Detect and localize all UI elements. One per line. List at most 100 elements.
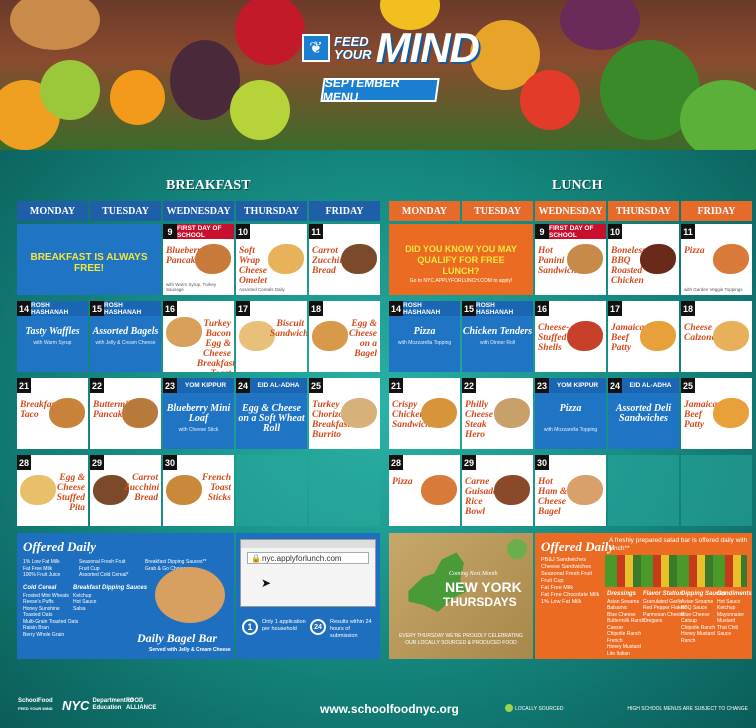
thursdays-title-1: NEW YORK <box>445 579 522 595</box>
url-text: nyc.applyforlunch.com <box>262 554 342 563</box>
list-item: Breakfast Dipping Sauces** <box>145 559 207 565</box>
day-number: 24 <box>236 378 250 393</box>
day-tag: EID AL-ADHA <box>250 378 307 393</box>
lunch-day-15: 15 ROSH HASHANAH Chicken Tenders with Di… <box>462 301 533 372</box>
apple-image <box>235 0 305 65</box>
breakfast-day-23: 23 YOM KIPPUR Blueberry Mini Loaf with C… <box>163 378 234 449</box>
food-alliance-logo: FOOD ALLIANCE <box>126 698 157 711</box>
apply-lunch-panel: 🔒 nyc.applyforlunch.com ➤ 1 Only 1 appli… <box>236 533 380 659</box>
dish-name: Egg & Cheese on a Bagel <box>349 319 377 359</box>
website-link[interactable]: www.schoolfoodnyc.org <box>320 702 459 716</box>
day-number: 18 <box>309 301 323 316</box>
browser-toolbar <box>241 540 375 548</box>
breakfast-empty-cell <box>309 455 380 526</box>
grapes-image <box>40 60 100 120</box>
apple-logo-icon: ❦ <box>302 34 330 62</box>
list-item: Fruit Cup <box>541 578 564 584</box>
lunch-day-23: 23 YOM KIPPUR Pizza with Mozzarella Topp… <box>535 378 606 449</box>
panini-image <box>567 244 603 274</box>
day-tag: ROSH HASHANAH <box>104 301 161 316</box>
feed-your-mind-logo: ❦ FEED YOUR MIND SEPTEMBER MENU <box>302 20 480 124</box>
omelet-image <box>268 244 304 274</box>
logo-your-text: YOUR <box>334 47 372 62</box>
lunch-day-wednesday: WEDNESDAY <box>535 201 606 221</box>
list-item: Red Pepper Flakes <box>643 605 686 611</box>
lunch-day-30: 30 Hot Ham & Cheese Bagel <box>535 455 606 526</box>
dish-name: Biscuit Sandwich <box>269 319 307 339</box>
day-tag: ROSH HASHANAH <box>31 301 88 316</box>
day-number: 10 <box>236 224 250 239</box>
apple-image <box>520 70 580 130</box>
breakfast-day-15: 15 ROSH HASHANAH Assorted Bagels with Je… <box>90 301 161 372</box>
bread-image <box>341 244 377 274</box>
pancakes-image <box>122 398 158 428</box>
url-bar: 🔒 nyc.applyforlunch.com <box>247 552 369 564</box>
breakfast-day-9: 9 FIRST DAY OF SCHOOL Blueberry Pancakes… <box>163 224 234 295</box>
day-number: 21 <box>17 378 31 393</box>
lunch-day-29: 29 Carne Guisada Rice Bowl <box>462 455 533 526</box>
day-number: 18 <box>681 301 695 316</box>
stat-24-badge: 24 <box>310 619 326 635</box>
flavor-heading: Flavor Station <box>643 591 684 597</box>
browser-window: 🔒 nyc.applyforlunch.com ➤ <box>240 539 376 607</box>
breakfast-day-11: 11 Carrot Zucchini Bread <box>309 224 380 295</box>
day-tag: ROSH HASHANAH <box>476 301 533 316</box>
lunch-empty-cell <box>681 455 752 526</box>
day-number: 28 <box>17 455 31 470</box>
list-item: Oregano <box>643 618 663 624</box>
day-number: 10 <box>608 224 622 239</box>
day-number: 23 <box>535 378 549 393</box>
breakfast-day-24: 24 EID AL-ADHA Egg & Cheese on a Soft Wh… <box>236 378 307 449</box>
bagels-image <box>155 567 225 623</box>
dish-name: Boneless BBQ Roasted Chicken <box>611 246 646 286</box>
dish-name: Philly Cheese Steak Hero <box>465 400 493 440</box>
dish-name: Soft Wrap Cheese Omelet <box>239 246 267 286</box>
lunch-day-28: 28 Pizza <box>389 455 460 526</box>
stat-one-badge: 1 <box>242 619 258 635</box>
dish-name: Turkey Chorizo Breakfast Burrito <box>312 400 350 440</box>
header-banner: ❦ FEED YOUR MIND SEPTEMBER MENU <box>0 0 756 150</box>
list-item: Fat Free Milk <box>541 585 574 591</box>
chicken-sandwich-image <box>421 398 457 428</box>
bagel-bar-subtitle: Served with Jelly & Cream Cheese <box>149 647 231 653</box>
condiments-heading: Condiments <box>717 591 752 597</box>
breakfast-day-16: 16 Turkey Bacon Egg & Cheese Breakfast T… <box>163 301 234 372</box>
day-number: 17 <box>236 301 250 316</box>
breakfast-day-tuesday: TUESDAY <box>90 201 161 221</box>
list-item: PB&J Sandwiches <box>541 557 586 563</box>
day-tag: FIRST DAY OF SCHOOL <box>177 224 234 239</box>
day-number: 28 <box>389 455 403 470</box>
lunch-day-monday: MONDAY <box>389 201 460 221</box>
dish-side: with Jelly & Cream Cheese <box>95 340 156 346</box>
day-number: 16 <box>163 301 177 316</box>
locally-sourced-label: LOCALLY SOURCED <box>515 706 564 712</box>
beef-patty-image <box>640 321 676 351</box>
lunch-day-10: 10 Boneless BBQ Roasted Chicken <box>608 224 679 295</box>
salad-bar-image <box>605 555 747 587</box>
dressings-list: Dressings Asian Sesame Balsamic Blue Che… <box>607 591 645 657</box>
day-number: 25 <box>309 378 323 393</box>
dish-side: with Warm Syrup <box>33 340 72 346</box>
list-item: Lite Italian <box>607 650 630 657</box>
dish-side: with Garden Veggie Toppings <box>684 287 743 292</box>
dish-name: Hot Ham & Cheese Bagel <box>538 477 568 517</box>
day-tag: YOM KIPPUR <box>177 378 234 393</box>
breakfast-day-25: 25 Turkey Chorizo Breakfast Burrito <box>309 378 380 449</box>
dish-name: Tasty Waffles <box>25 326 80 337</box>
day-number: 29 <box>90 455 104 470</box>
cursor-icon: ➤ <box>261 576 272 590</box>
bread-image <box>10 0 100 50</box>
lunch-day-friday: FRIDAY <box>681 201 752 221</box>
lunch-day-thursday: THURSDAY <box>608 201 679 221</box>
schoolfood-logo: SchoolFood FEED YOUR MIND <box>18 698 53 712</box>
day-number: 29 <box>462 455 476 470</box>
list-item: Thai Chili Sauce <box>717 624 738 638</box>
pear-image <box>230 80 290 140</box>
grapes-image <box>560 0 640 50</box>
day-number: 23 <box>163 378 177 393</box>
offered-daily-title: Offered Daily <box>23 539 97 554</box>
dish-name: Assorted Bagels <box>92 326 159 337</box>
lock-icon: 🔒 <box>251 554 261 563</box>
dipping-heading: Breakfast Dipping Sauces <box>73 585 148 591</box>
dish-name: Turkey Bacon Egg & Cheese Breakfast Toas… <box>196 319 234 372</box>
